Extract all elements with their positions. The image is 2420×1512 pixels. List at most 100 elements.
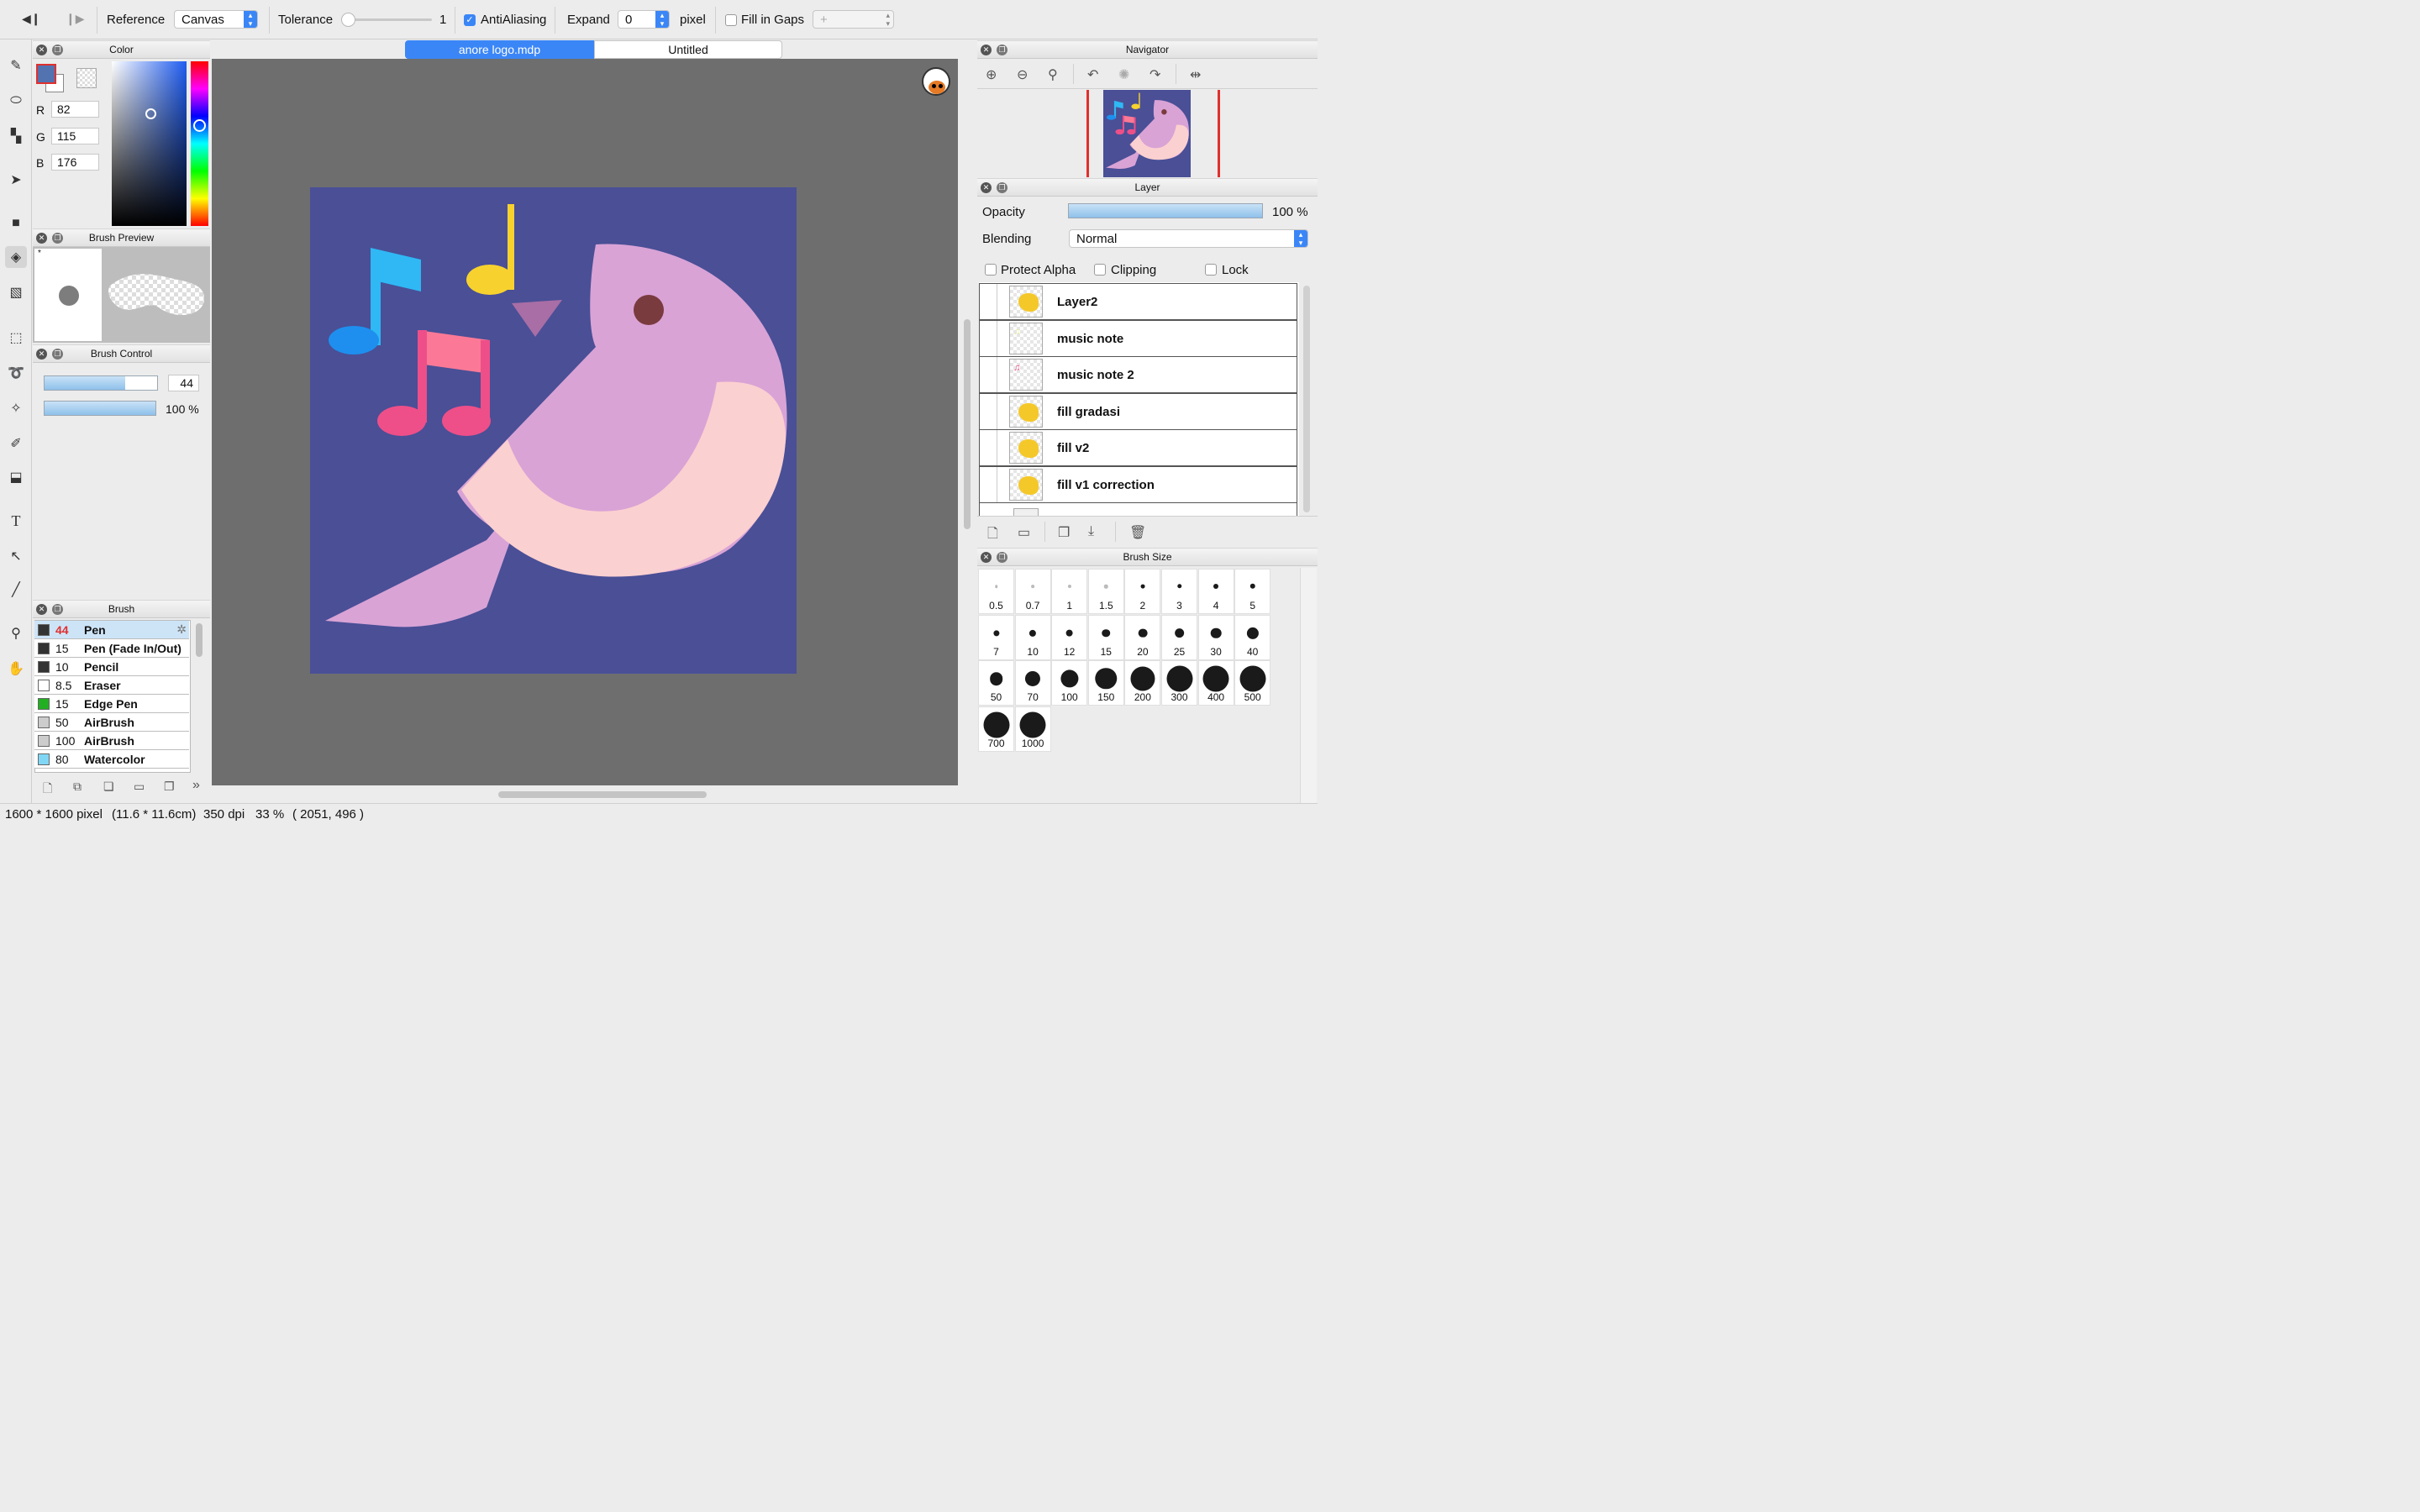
brush-size-cell[interactable]: 100 [1051, 660, 1088, 706]
brush-script-icon[interactable]: ❏ [103, 780, 114, 794]
new-layer-icon[interactable]: 🗋 [987, 524, 998, 547]
move-tool-icon[interactable]: ➤ [5, 169, 27, 191]
brush-opacity-slider[interactable] [44, 401, 156, 416]
foreground-color-swatch[interactable] [36, 64, 56, 84]
eraser-tool-icon[interactable]: ⬭ [5, 90, 27, 112]
brush-size-cell[interactable]: 200 [1124, 660, 1161, 706]
merge-down-icon[interactable]: ⤓ [1088, 524, 1094, 539]
rotate-left-icon[interactable]: ↶ [1087, 66, 1098, 83]
float-icon[interactable]: ❐ [997, 45, 1007, 55]
brush-size-cell[interactable]: 70 [1014, 660, 1051, 706]
rotate-reset-icon[interactable]: ✺ [1118, 66, 1129, 83]
brush-size-cell[interactable]: 300 [1161, 660, 1197, 706]
brush-size-cell[interactable]: 1000 [1014, 706, 1051, 752]
duplicate-layer-icon[interactable]: ❐ [1058, 524, 1070, 541]
brush-list-scrollbar[interactable] [196, 623, 203, 657]
horizontal-scrollbar-thumb[interactable] [498, 791, 707, 798]
lasso-tool-icon[interactable]: ➰ [5, 362, 27, 384]
layer-row[interactable]: Layer2 [979, 283, 1297, 320]
brush-size-cell[interactable]: 30 [1197, 614, 1234, 660]
brush-size-cell[interactable]: 5 [1234, 569, 1271, 614]
zoom-fit-icon[interactable]: ⚲ [1048, 66, 1058, 83]
fill-gaps-select[interactable]: + ▴ ▾ [813, 10, 894, 29]
expand-input[interactable]: 0 ▴ ▾ [618, 10, 670, 29]
saturation-value-picker[interactable] [112, 61, 187, 226]
brush-size-scroll-track[interactable] [1300, 568, 1317, 803]
brush-size-slider[interactable] [44, 375, 158, 391]
new-folder-icon[interactable]: ▭ [1018, 524, 1030, 541]
float-icon[interactable]: ❐ [997, 552, 1007, 563]
brush-size-cell[interactable]: 0.5 [978, 569, 1014, 614]
gradient-tool-icon[interactable]: ▧ [5, 281, 27, 303]
brush-size-cell[interactable]: 2 [1124, 569, 1161, 614]
brush-size-cell[interactable]: 500 [1234, 660, 1271, 706]
float-icon[interactable]: ❐ [997, 182, 1007, 193]
layer-row[interactable]: fill v2 [979, 429, 1297, 467]
hue-slider-handle[interactable] [193, 119, 206, 132]
brush-edit-icon[interactable]: ⧉ [73, 780, 82, 794]
brush-list-item[interactable]: 10 Pencil [34, 658, 189, 676]
close-icon[interactable]: ✕ [981, 45, 992, 55]
layer-row[interactable]: ♫ music note 2 [979, 356, 1297, 394]
redo-icon[interactable]: ❙▶ [66, 12, 85, 26]
close-icon[interactable]: ✕ [36, 604, 47, 615]
brush-list-item[interactable]: 15 Edge Pen [34, 695, 189, 713]
b-input[interactable]: 176 [51, 154, 99, 171]
gear-icon[interactable]: ✲ [176, 622, 187, 637]
hand-tool-icon[interactable]: ✋ [5, 658, 27, 680]
reference-select[interactable]: Canvas ▴ ▾ [174, 10, 258, 29]
brush-list-item[interactable]: 50 AirBrush [34, 713, 189, 732]
text-tool-icon[interactable]: T [5, 510, 27, 532]
select-eraser-tool-icon[interactable]: ⬓ [5, 466, 27, 488]
brush-size-cell[interactable]: 15 [1087, 614, 1124, 660]
layer-list-scrollbar[interactable] [1303, 286, 1310, 512]
select-pen-tool-icon[interactable]: ✐ [5, 433, 27, 454]
lock-checkbox[interactable] [1205, 264, 1217, 276]
expand-stepper-icon[interactable]: ▴ ▾ [655, 11, 669, 28]
fill-gaps-checkbox[interactable] [725, 14, 737, 26]
brush-size-cell[interactable]: 25 [1161, 614, 1197, 660]
hue-slider[interactable] [191, 61, 208, 226]
magic-wand-tool-icon[interactable]: ✧ [5, 397, 27, 419]
mascot-icon[interactable] [922, 67, 950, 96]
pen-tool-icon[interactable]: ✎ [5, 55, 27, 76]
divide-tool-icon[interactable]: ╱ [5, 579, 27, 601]
select-rect-tool-icon[interactable]: ⬚ [5, 327, 27, 349]
brush-size-cell[interactable]: 50 [978, 660, 1014, 706]
more-icon[interactable]: » [192, 778, 200, 793]
eyedropper-tool-icon[interactable]: ⚲ [5, 622, 27, 644]
float-icon[interactable]: ❐ [52, 604, 63, 615]
close-icon[interactable]: ✕ [36, 45, 47, 55]
navigator-preview[interactable] [977, 90, 1318, 177]
brush-size-cell[interactable]: 7 [978, 614, 1014, 660]
brush-size-cell[interactable]: 150 [1087, 660, 1124, 706]
layer-row[interactable]: fill v1 correction [979, 466, 1297, 503]
brush-size-cell[interactable]: 700 [978, 706, 1014, 752]
canvas-viewport[interactable] [212, 59, 958, 785]
brush-size-cell[interactable]: 1 [1051, 569, 1088, 614]
r-input[interactable]: 82 [51, 101, 99, 118]
brush-size-cell[interactable]: 4 [1197, 569, 1234, 614]
layer-row-folder[interactable] [979, 502, 1297, 517]
operation-tool-icon[interactable]: ↖ [5, 545, 27, 567]
brush-list-item[interactable]: 100 AirBrush [34, 732, 189, 750]
tab-anore-logo[interactable]: anore logo.mdp [405, 40, 594, 59]
float-icon[interactable]: ❐ [52, 45, 63, 55]
zoom-in-icon[interactable]: ⊕ [986, 66, 997, 83]
brush-size-cell[interactable]: 20 [1124, 614, 1161, 660]
float-icon[interactable]: ❐ [52, 349, 63, 360]
brush-size-cell[interactable]: 0.7 [1014, 569, 1051, 614]
artwork-canvas[interactable] [310, 187, 797, 674]
brush-list-item[interactable]: 80 Watercolor [34, 750, 189, 769]
clipping-checkbox[interactable] [1094, 264, 1106, 276]
float-icon[interactable]: ❐ [52, 233, 63, 244]
antialiasing-checkbox[interactable]: ✓ [464, 14, 476, 26]
dot-tool-icon[interactable]: ▚ [5, 125, 27, 147]
protect-alpha-checkbox[interactable] [985, 264, 997, 276]
color-picker-cursor[interactable] [145, 108, 156, 119]
new-brush-icon[interactable]: 🗋 [43, 780, 52, 800]
brush-size-cell[interactable]: 1.5 [1087, 569, 1124, 614]
brush-list-item[interactable]: 8.5 Eraser [34, 676, 189, 695]
close-icon[interactable]: ✕ [36, 233, 47, 244]
rect-fill-tool-icon[interactable]: ■ [5, 213, 27, 234]
